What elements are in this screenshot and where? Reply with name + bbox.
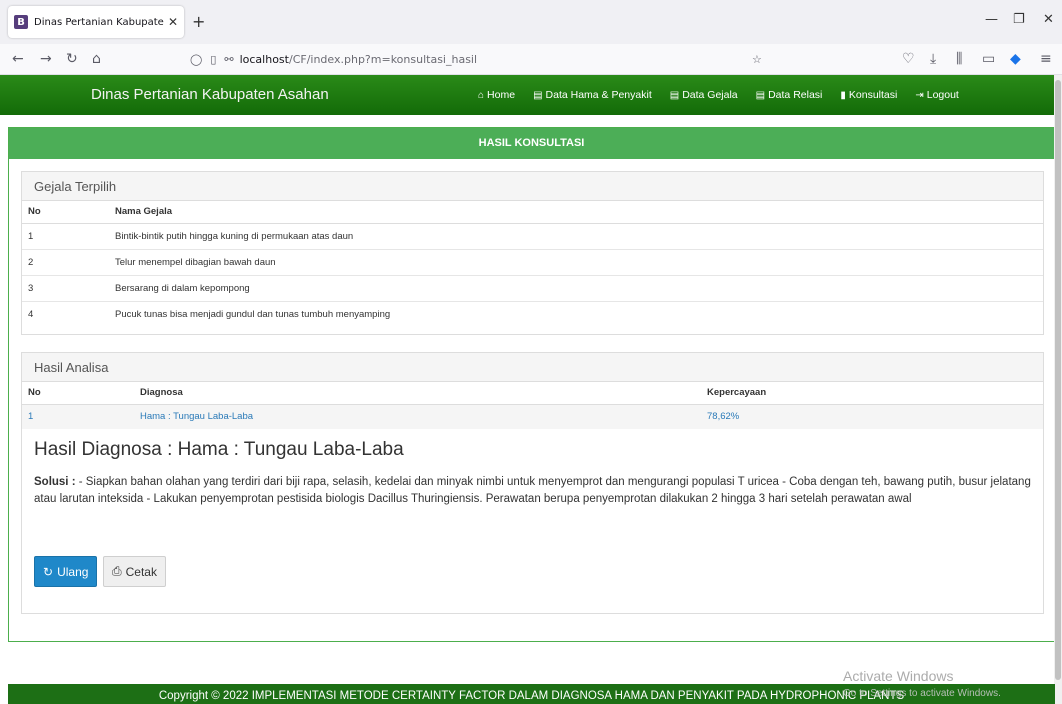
diagnosa-title: Hasil Diagnosa : Hama : Tungau Laba-Laba [34, 439, 404, 460]
table-row: 1 Hama : Tungau Laba-Laba 78,62% [22, 403, 1043, 429]
address-bar[interactable]: ◯ ▯ ⚯ localhost/CF/index.php?m=konsultas… [190, 47, 780, 72]
diagnosa-section: Hasil Diagnosa : Hama : Tungau Laba-Laba… [22, 429, 1043, 619]
cell-nama-gejala: Telur menempel dibagian bawah daun [109, 248, 1043, 275]
col-header-kepercayaan: Kepercayaan [701, 382, 1043, 405]
browser-tab[interactable]: B Dinas Pertanian Kabupaten Asa ✕ [8, 6, 184, 38]
menu-item-logout[interactable]: ⇥ Logout [915, 89, 959, 101]
col-header-no: No [22, 201, 109, 224]
ulang-label: Ulang [57, 564, 89, 579]
gejala-table: No Nama Gejala 1 Bintik-bintik putih hin… [22, 201, 1043, 327]
site-menu: ⌂ Home ▤ Data Hama & Penyakit ▤ Data Gejala… [478, 75, 977, 115]
solusi-text: - Siapkan bahan olahan yang terdiri dari… [34, 476, 1031, 505]
browser-toolbar: ← → ↻ ⌂ ◯ ▯ ⚯ localhost/CF/index.php?m=k… [0, 44, 1062, 75]
cell-no: 1 [22, 222, 109, 249]
sidebar-icon[interactable]: ▭ [982, 51, 995, 67]
page-scrollbar-thumb[interactable] [1055, 80, 1061, 680]
menu-icon[interactable]: ≡ [1040, 51, 1052, 67]
cetak-label: Cetak [125, 564, 157, 579]
table-row: 1 Bintik-bintik putih hingga kuning di p… [22, 222, 1043, 249]
browser-tab-bar: B Dinas Pertanian Kabupaten Asa ✕ + — ❐ … [0, 0, 1062, 44]
menu-item-home[interactable]: ⌂ Home [478, 89, 515, 101]
cell-nama-gejala: Pucuk tunas bisa menjadi gundul dan tuna… [109, 300, 1043, 327]
menu-item-data-gejala[interactable]: ▤ Data Gejala [670, 89, 738, 101]
extension-icon[interactable]: ◆ [1010, 51, 1021, 67]
minimize-icon[interactable]: — [985, 12, 998, 27]
hasil-analisa-panel: Hasil Analisa No Diagnosa Kepercayaan 1 … [21, 352, 1044, 614]
analisa-table: No Diagnosa Kepercayaan 1 Hama : Tungau … [22, 382, 1043, 429]
list-icon: ▤ [669, 89, 680, 101]
restore-icon[interactable]: ❐ [1013, 12, 1025, 27]
menu-label: Data Gejala [682, 89, 738, 101]
home-icon: ⌂ [478, 89, 485, 101]
tab-title: Dinas Pertanian Kabupaten Asa [34, 16, 164, 28]
hasil-konsultasi-panel: HASIL KONSULTASI Gejala Terpilih No Nama… [8, 127, 1055, 642]
logout-icon: ⇥ [915, 89, 924, 101]
col-header-nama-gejala: Nama Gejala [109, 201, 1043, 224]
table-row: 4 Pucuk tunas bisa menjadi gundul dan tu… [22, 300, 1043, 327]
url-path: /CF/index.php?m=konsultasi_hasil [288, 53, 478, 66]
menu-item-data-relasi[interactable]: ▤ Data Relasi [756, 89, 823, 101]
pocket-icon[interactable]: ♡ [902, 51, 915, 67]
menu-label: Data Hama & Penyakit [545, 89, 652, 101]
bootstrap-favicon-icon: B [14, 15, 28, 29]
bar-chart-icon: ▮ [840, 89, 846, 101]
gejala-terpilih-panel: Gejala Terpilih No Nama Gejala 1 Bintik-… [21, 171, 1044, 335]
list-icon: ▤ [533, 89, 543, 101]
site-brand[interactable]: Dinas Pertanian Kabupaten Asahan [91, 86, 329, 103]
site-navbar: Dinas Pertanian Kabupaten Asahan ⌂ Home ▤… [0, 75, 1062, 115]
reload-icon[interactable]: ↻ [66, 51, 78, 67]
new-tab-icon[interactable]: + [192, 12, 205, 31]
home-browser-icon[interactable]: ⌂ [92, 51, 101, 67]
page-icon: ▯ [210, 53, 217, 66]
download-icon[interactable]: ⤓ [930, 51, 936, 67]
cell-nama-gejala: Bersarang di dalam kepompong [109, 274, 1043, 301]
col-header-diagnosa: Diagnosa [134, 382, 701, 405]
col-header-no: No [22, 382, 134, 405]
cell-kepercayaan: 78,62% [701, 403, 1043, 429]
cell-diagnosa: Hama : Tungau Laba-Laba [134, 403, 701, 429]
solusi-text-block: Solusi : - Siapkan bahan olahan yang ter… [34, 474, 1034, 508]
close-tab-icon[interactable]: ✕ [168, 15, 178, 29]
connection-icon: ⚯ [224, 53, 234, 66]
cell-no: 4 [22, 300, 109, 327]
menu-item-data-hama-penyakit[interactable]: ▤ Data Hama & Penyakit [533, 89, 652, 101]
back-icon[interactable]: ← [12, 51, 24, 67]
cell-no: 3 [22, 274, 109, 301]
library-icon[interactable]: ⫼ [956, 51, 962, 67]
ulang-button[interactable]: ↻ Ulang [34, 556, 98, 587]
shield-icon: ◯ [190, 53, 203, 66]
menu-label: Logout [926, 89, 959, 101]
forward-icon[interactable]: → [40, 51, 52, 67]
menu-item-konsultasi[interactable]: ▮ Konsultasi [840, 89, 897, 101]
refresh-icon: ↻ [43, 564, 54, 579]
list-icon: ▤ [755, 89, 766, 101]
url-host: localhost [239, 53, 289, 66]
menu-label: Data Relasi [768, 89, 823, 101]
cell-no: 1 [22, 403, 134, 429]
print-icon: ⎙ [112, 564, 122, 578]
solusi-label: Solusi : [34, 476, 76, 488]
activate-windows-subtext: Go to Settings to activate Windows. [843, 688, 1001, 699]
bookmark-star-icon[interactable]: ☆ [752, 53, 762, 66]
close-window-icon[interactable]: ✕ [1043, 12, 1054, 27]
menu-label: Konsultasi [848, 89, 898, 101]
table-row: 2 Telur menempel dibagian bawah daun [22, 248, 1043, 275]
gejala-heading: Gejala Terpilih [22, 172, 1043, 201]
cetak-button[interactable]: ⎙ Cetak [103, 556, 166, 587]
cell-no: 2 [22, 248, 109, 275]
panel-title: HASIL KONSULTASI [9, 128, 1054, 159]
analisa-heading: Hasil Analisa [22, 353, 1043, 382]
menu-label: Home [487, 89, 516, 101]
table-row: 3 Bersarang di dalam kepompong [22, 274, 1043, 301]
activate-windows-watermark: Activate Windows [843, 668, 954, 684]
cell-nama-gejala: Bintik-bintik putih hingga kuning di per… [109, 222, 1043, 249]
